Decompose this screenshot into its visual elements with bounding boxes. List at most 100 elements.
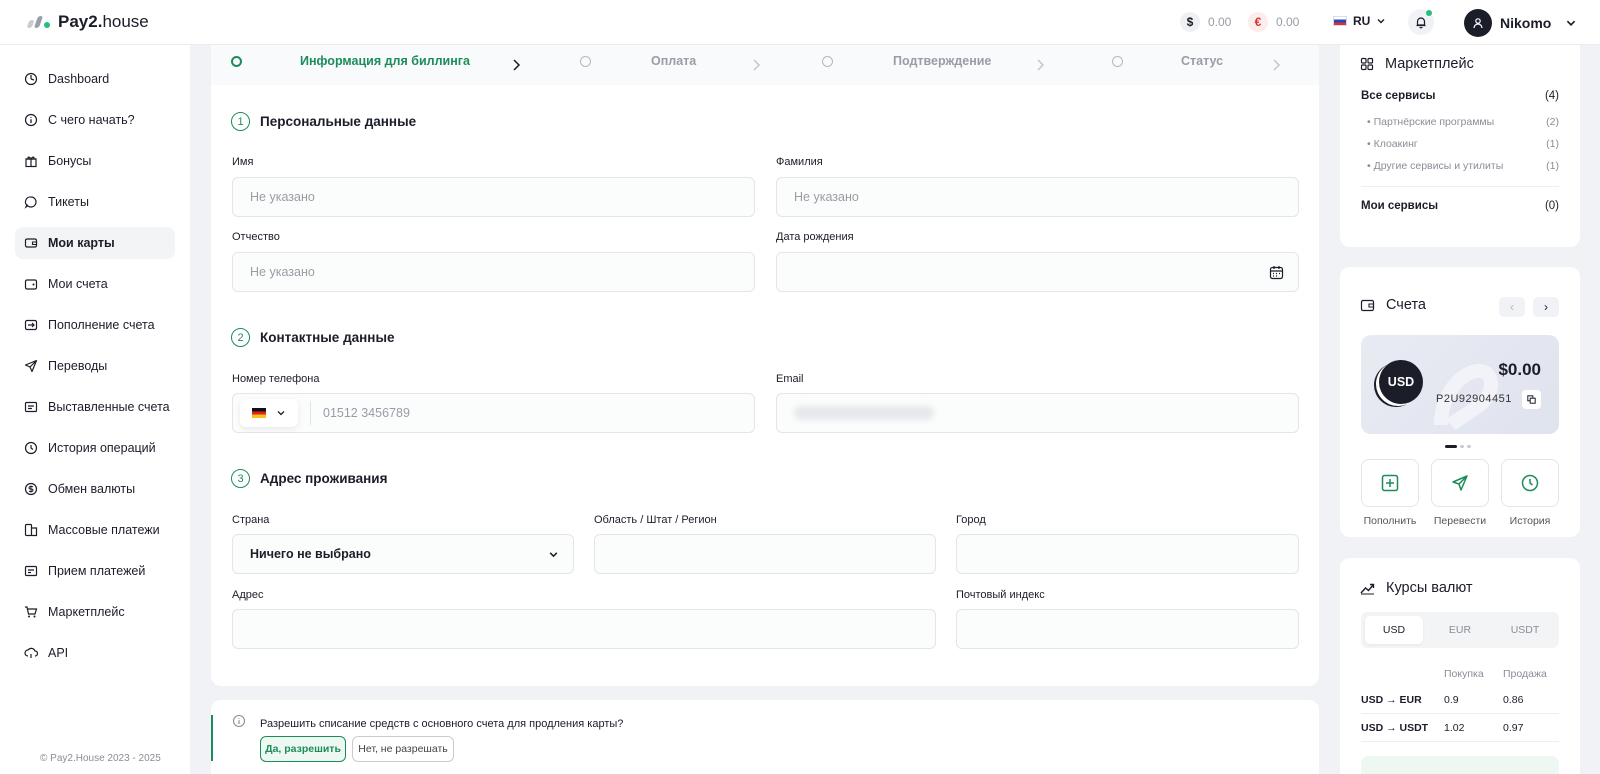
sidebar-item-mass-payments[interactable]: Массовые платежи	[15, 514, 175, 546]
category-label: Партнёрские программы	[1373, 116, 1495, 128]
send-icon	[24, 359, 38, 373]
rate-pair: USD → USDT	[1361, 722, 1429, 734]
carousel-dot[interactable]	[1445, 445, 1457, 448]
chevron-down-icon	[549, 551, 558, 557]
tab-eur[interactable]: EUR	[1431, 616, 1489, 644]
sidebar-item-label: Пополнение счета	[48, 318, 155, 332]
sidebar-item-tickets[interactable]: Тикеты	[15, 186, 175, 218]
sidebar-item-top-up[interactable]: Пополнение счета	[15, 309, 175, 341]
sidebar-item-invoices[interactable]: Выставленные счета	[15, 391, 175, 423]
marketplace-category[interactable]: • Партнёрские программы (2)	[1367, 116, 1559, 128]
tab-usd[interactable]: USD	[1365, 616, 1423, 644]
transfer-action[interactable]: Перевести	[1431, 459, 1489, 527]
email-input[interactable]	[776, 393, 1299, 433]
divider	[1361, 186, 1559, 187]
sidebar-item-bonuses[interactable]: Бонусы	[15, 145, 175, 177]
sidebar-item-history[interactable]: История операций	[15, 432, 175, 464]
top-up-action[interactable]: Пополнить	[1361, 459, 1419, 527]
sidebar-item-my-accounts[interactable]: Мои счета	[15, 268, 175, 300]
euro-icon: €	[1248, 12, 1268, 32]
accounts-title: Счета	[1360, 297, 1426, 313]
accounts-prev-button[interactable]: ‹	[1499, 297, 1525, 317]
sidebar-item-api[interactable]: API	[15, 637, 175, 669]
calendar-icon[interactable]	[1269, 265, 1284, 280]
action-label: Перевести	[1433, 515, 1487, 527]
logo-name-bold: Pay2.	[58, 12, 103, 31]
country-code-selector[interactable]	[240, 399, 298, 427]
sidebar-item-marketplace[interactable]: Маркетплейс	[15, 596, 175, 628]
allow-button[interactable]: Да, разрешить	[260, 736, 346, 762]
user-name: Nikomo	[1500, 15, 1552, 31]
usd-balance[interactable]: $ 0.00	[1180, 12, 1231, 32]
city-input[interactable]	[956, 534, 1299, 574]
marketplace-all-services[interactable]: Все сервисы (4)	[1361, 90, 1559, 102]
tab-usdt[interactable]: USDT	[1496, 616, 1554, 644]
row-label: • Партнёрские программы	[1367, 116, 1495, 128]
history-icon	[24, 441, 38, 455]
section-personal-data: 1 Персональные данные	[231, 112, 416, 131]
action-label: Пополнить	[1363, 515, 1417, 527]
send-icon	[1452, 475, 1468, 491]
step-status[interactable]: Статус	[1112, 54, 1223, 68]
deny-button[interactable]: Нет, не разрешать	[352, 736, 454, 762]
card-icon	[24, 238, 38, 248]
eur-balance[interactable]: € 0.00	[1248, 12, 1299, 32]
api-icon	[24, 647, 38, 658]
copy-account-id-button[interactable]	[1522, 390, 1541, 409]
currency-badge: USD	[1379, 360, 1423, 404]
region-input[interactable]	[594, 534, 936, 574]
sidebar-item-label: Прием платежей	[48, 564, 146, 578]
trend-up-icon	[1360, 583, 1375, 595]
country-label: Страна	[232, 514, 270, 526]
carousel-dot[interactable]	[1460, 445, 1464, 448]
account-balance: $0.00	[1498, 360, 1541, 379]
row-label: Все сервисы	[1361, 90, 1436, 102]
usd-balance-value: 0.00	[1208, 15, 1232, 29]
step-label: Подтверждение	[893, 54, 992, 68]
carousel-dots[interactable]	[1445, 445, 1471, 448]
exchange-button[interactable]	[1361, 756, 1559, 774]
section-contact-data: 2 Контактные данные	[231, 328, 395, 347]
country-select[interactable]: Ничего не выбрано	[232, 534, 574, 574]
last-name-input[interactable]: Не указано	[776, 177, 1299, 217]
patronymic-input[interactable]: Не указано	[232, 252, 755, 292]
notification-dot	[1426, 10, 1432, 16]
sidebar-item-exchange[interactable]: Обмен валюты	[15, 473, 175, 505]
account-card-usd[interactable]: USD $0.00 P2U92904451	[1361, 335, 1559, 434]
row-count: (0)	[1544, 200, 1559, 212]
sidebar-item-receive-payments[interactable]: Прием платежей	[15, 555, 175, 587]
sidebar-item-label: История операций	[48, 441, 156, 455]
logo-text: Pay2.house	[58, 12, 149, 32]
birth-date-input[interactable]	[776, 252, 1299, 292]
logo[interactable]: Pay2.house	[26, 12, 149, 32]
sidebar-item-transfers[interactable]: Переводы	[15, 350, 175, 382]
carousel-dot[interactable]	[1467, 445, 1471, 448]
section-number: 3	[231, 469, 250, 488]
first-name-input[interactable]: Не указано	[232, 177, 755, 217]
history-action[interactable]: История	[1501, 459, 1559, 527]
marketplace-category[interactable]: • Клоакинг (1)	[1367, 138, 1559, 150]
chat-icon	[24, 196, 37, 209]
notice-text: Разрешить списание средств с основного с…	[260, 718, 624, 730]
step-payment[interactable]: Оплата	[580, 54, 696, 68]
marketplace-category[interactable]: • Другие сервисы и утилиты (1)	[1367, 160, 1559, 172]
sidebar-item-getting-started[interactable]: С чего начать?	[15, 104, 175, 136]
marketplace-my-services[interactable]: Мои сервисы (0)	[1361, 200, 1559, 212]
phone-input[interactable]: 01512 3456789	[232, 393, 755, 433]
chevron-right-icon	[1273, 59, 1281, 71]
notifications-button[interactable]	[1408, 9, 1434, 35]
row-count: (1)	[1546, 160, 1559, 172]
rate-row: USD → EUR 0.9 0.86	[1361, 686, 1559, 714]
sidebar-item-label: Тикеты	[48, 195, 89, 209]
accounts-next-button[interactable]: ›	[1533, 297, 1559, 317]
sidebar-item-dashboard[interactable]: Dashboard	[15, 63, 175, 95]
language-selector[interactable]: RU	[1333, 14, 1386, 28]
user-menu[interactable]: Nikomo	[1464, 9, 1577, 37]
sidebar-item-my-cards[interactable]: Мои карты	[15, 227, 175, 259]
step-billing-info[interactable]: Информация для биллинга	[231, 54, 470, 68]
address-input[interactable]	[232, 609, 936, 649]
step-confirmation[interactable]: Подтверждение	[822, 54, 991, 68]
invoice-icon	[24, 401, 38, 413]
zip-input[interactable]	[956, 609, 1299, 649]
sidebar-item-label: Мои карты	[48, 236, 115, 250]
